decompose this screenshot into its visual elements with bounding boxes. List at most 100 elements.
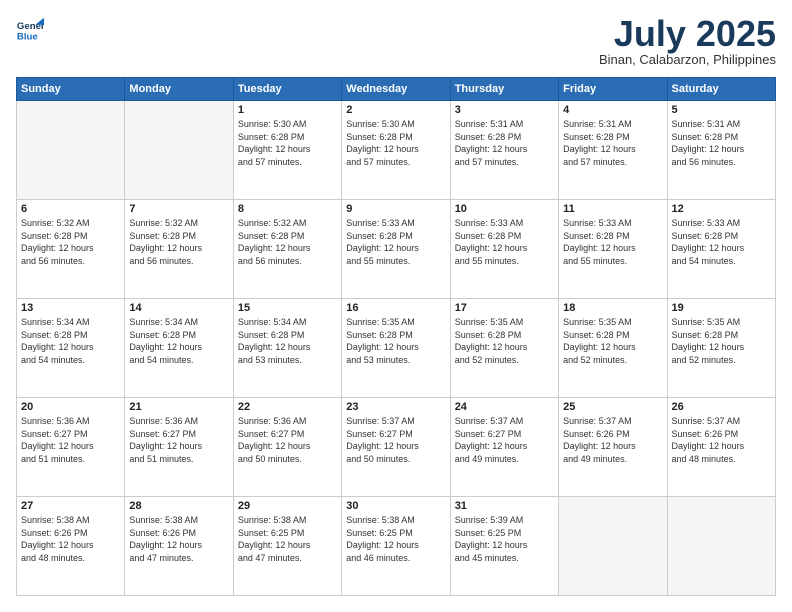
- calendar-cell: 18 Sunrise: 5:35 AM Sunset: 6:28 PM Dayli…: [559, 299, 667, 398]
- day-info: Sunrise: 5:32 AM Sunset: 6:28 PM Dayligh…: [238, 217, 337, 267]
- day-number: 23: [346, 401, 445, 413]
- calendar-cell: 30 Sunrise: 5:38 AM Sunset: 6:25 PM Dayli…: [342, 497, 450, 596]
- calendar-cell: [667, 497, 775, 596]
- day-info: Sunrise: 5:32 AM Sunset: 6:28 PM Dayligh…: [21, 217, 120, 267]
- weekday-header-tuesday: Tuesday: [233, 78, 341, 101]
- day-number: 30: [346, 500, 445, 512]
- day-info: Sunrise: 5:35 AM Sunset: 6:28 PM Dayligh…: [672, 316, 771, 366]
- day-info: Sunrise: 5:35 AM Sunset: 6:28 PM Dayligh…: [563, 316, 662, 366]
- day-number: 7: [129, 203, 228, 215]
- day-info: Sunrise: 5:32 AM Sunset: 6:28 PM Dayligh…: [129, 217, 228, 267]
- day-number: 16: [346, 302, 445, 314]
- day-number: 4: [563, 104, 662, 116]
- day-info: Sunrise: 5:38 AM Sunset: 6:25 PM Dayligh…: [346, 514, 445, 564]
- day-info: Sunrise: 5:38 AM Sunset: 6:26 PM Dayligh…: [21, 514, 120, 564]
- day-info: Sunrise: 5:34 AM Sunset: 6:28 PM Dayligh…: [129, 316, 228, 366]
- title-block: July 2025 Binan, Calabarzon, Philippines: [599, 16, 776, 67]
- calendar-cell: 24 Sunrise: 5:37 AM Sunset: 6:27 PM Dayli…: [450, 398, 558, 497]
- day-info: Sunrise: 5:37 AM Sunset: 6:26 PM Dayligh…: [672, 415, 771, 465]
- day-info: Sunrise: 5:33 AM Sunset: 6:28 PM Dayligh…: [346, 217, 445, 267]
- day-info: Sunrise: 5:31 AM Sunset: 6:28 PM Dayligh…: [563, 118, 662, 168]
- calendar-cell: 23 Sunrise: 5:37 AM Sunset: 6:27 PM Dayli…: [342, 398, 450, 497]
- day-number: 21: [129, 401, 228, 413]
- day-info: Sunrise: 5:33 AM Sunset: 6:28 PM Dayligh…: [672, 217, 771, 267]
- calendar-cell: 28Sunrise: 5:38 AM Sunset: 6:26 PM Dayli…: [125, 497, 233, 596]
- calendar-cell: 16 Sunrise: 5:35 AM Sunset: 6:28 PM Dayli…: [342, 299, 450, 398]
- day-number: 11: [563, 203, 662, 215]
- logo-icon: General Blue: [16, 16, 44, 44]
- calendar-cell: 1 Sunrise: 5:30 AM Sunset: 6:28 PM Daylig…: [233, 101, 341, 200]
- day-info: Sunrise: 5:31 AM Sunset: 6:28 PM Dayligh…: [672, 118, 771, 168]
- location: Binan, Calabarzon, Philippines: [599, 52, 776, 67]
- day-info: Sunrise: 5:34 AM Sunset: 6:28 PM Dayligh…: [238, 316, 337, 366]
- page: General Blue July 2025 Binan, Calabarzon…: [0, 0, 792, 612]
- day-number: 27: [21, 500, 120, 512]
- svg-text:Blue: Blue: [17, 32, 38, 43]
- calendar-cell: 6 Sunrise: 5:32 AM Sunset: 6:28 PM Daylig…: [17, 200, 125, 299]
- calendar-cell: 29 Sunrise: 5:38 AM Sunset: 6:25 PM Dayli…: [233, 497, 341, 596]
- day-number: 24: [455, 401, 554, 413]
- calendar-cell: 9 Sunrise: 5:33 AM Sunset: 6:28 PM Daylig…: [342, 200, 450, 299]
- day-number: 6: [21, 203, 120, 215]
- day-number: 9: [346, 203, 445, 215]
- day-number: 26: [672, 401, 771, 413]
- calendar-cell: 22 Sunrise: 5:36 AM Sunset: 6:27 PM Dayli…: [233, 398, 341, 497]
- day-info: Sunrise: 5:33 AM Sunset: 6:28 PM Dayligh…: [455, 217, 554, 267]
- calendar-cell: 15 Sunrise: 5:34 AM Sunset: 6:28 PM Dayli…: [233, 299, 341, 398]
- day-info: Sunrise: 5:37 AM Sunset: 6:27 PM Dayligh…: [455, 415, 554, 465]
- calendar-cell: 17 Sunrise: 5:35 AM Sunset: 6:28 PM Dayli…: [450, 299, 558, 398]
- day-number: 10: [455, 203, 554, 215]
- day-number: 2: [346, 104, 445, 116]
- calendar-table: SundayMondayTuesdayWednesdayThursdayFrid…: [16, 77, 776, 596]
- calendar-cell: 3 Sunrise: 5:31 AM Sunset: 6:28 PM Daylig…: [450, 101, 558, 200]
- day-info: Sunrise: 5:36 AM Sunset: 6:27 PM Dayligh…: [21, 415, 120, 465]
- day-number: 5: [672, 104, 771, 116]
- calendar-cell: 14 Sunrise: 5:34 AM Sunset: 6:28 PM Dayli…: [125, 299, 233, 398]
- day-info: Sunrise: 5:36 AM Sunset: 6:27 PM Dayligh…: [238, 415, 337, 465]
- day-info: Sunrise: 5:37 AM Sunset: 6:27 PM Dayligh…: [346, 415, 445, 465]
- day-info: Sunrise: 5:35 AM Sunset: 6:28 PM Dayligh…: [346, 316, 445, 366]
- day-number: 18: [563, 302, 662, 314]
- day-info: Sunrise: 5:35 AM Sunset: 6:28 PM Dayligh…: [455, 316, 554, 366]
- month-title: July 2025: [599, 16, 776, 52]
- day-number: 3: [455, 104, 554, 116]
- day-number: 28: [129, 500, 228, 512]
- calendar-cell: 2 Sunrise: 5:30 AM Sunset: 6:28 PM Daylig…: [342, 101, 450, 200]
- day-number: 17: [455, 302, 554, 314]
- calendar-cell: 10 Sunrise: 5:33 AM Sunset: 6:28 PM Dayli…: [450, 200, 558, 299]
- day-number: 1: [238, 104, 337, 116]
- weekday-header-saturday: Saturday: [667, 78, 775, 101]
- day-info: Sunrise: 5:31 AM Sunset: 6:28 PM Dayligh…: [455, 118, 554, 168]
- calendar-cell: 12 Sunrise: 5:33 AM Sunset: 6:28 PM Dayli…: [667, 200, 775, 299]
- calendar-cell: 7 Sunrise: 5:32 AM Sunset: 6:28 PM Daylig…: [125, 200, 233, 299]
- weekday-header-monday: Monday: [125, 78, 233, 101]
- calendar-cell: [559, 497, 667, 596]
- calendar-cell: 31Sunrise: 5:39 AM Sunset: 6:25 PM Dayli…: [450, 497, 558, 596]
- day-number: 13: [21, 302, 120, 314]
- calendar-cell: 19 Sunrise: 5:35 AM Sunset: 6:28 PM Dayli…: [667, 299, 775, 398]
- logo: General Blue: [16, 16, 44, 44]
- day-info: Sunrise: 5:37 AM Sunset: 6:26 PM Dayligh…: [563, 415, 662, 465]
- day-info: Sunrise: 5:38 AM Sunset: 6:25 PM Dayligh…: [238, 514, 337, 564]
- day-info: Sunrise: 5:30 AM Sunset: 6:28 PM Dayligh…: [346, 118, 445, 168]
- day-info: Sunrise: 5:30 AM Sunset: 6:28 PM Dayligh…: [238, 118, 337, 168]
- day-number: 22: [238, 401, 337, 413]
- day-number: 20: [21, 401, 120, 413]
- day-number: 14: [129, 302, 228, 314]
- calendar-cell: 4 Sunrise: 5:31 AM Sunset: 6:28 PM Daylig…: [559, 101, 667, 200]
- day-info: Sunrise: 5:36 AM Sunset: 6:27 PM Dayligh…: [129, 415, 228, 465]
- day-info: Sunrise: 5:33 AM Sunset: 6:28 PM Dayligh…: [563, 217, 662, 267]
- day-number: 19: [672, 302, 771, 314]
- calendar-cell: 26 Sunrise: 5:37 AM Sunset: 6:26 PM Dayli…: [667, 398, 775, 497]
- calendar-cell: 20 Sunrise: 5:36 AM Sunset: 6:27 PM Dayli…: [17, 398, 125, 497]
- day-number: 15: [238, 302, 337, 314]
- day-number: 31: [455, 500, 554, 512]
- weekday-header-thursday: Thursday: [450, 78, 558, 101]
- day-number: 29: [238, 500, 337, 512]
- calendar-cell: [125, 101, 233, 200]
- weekday-header-friday: Friday: [559, 78, 667, 101]
- day-number: 25: [563, 401, 662, 413]
- day-number: 12: [672, 203, 771, 215]
- weekday-header-wednesday: Wednesday: [342, 78, 450, 101]
- day-number: 8: [238, 203, 337, 215]
